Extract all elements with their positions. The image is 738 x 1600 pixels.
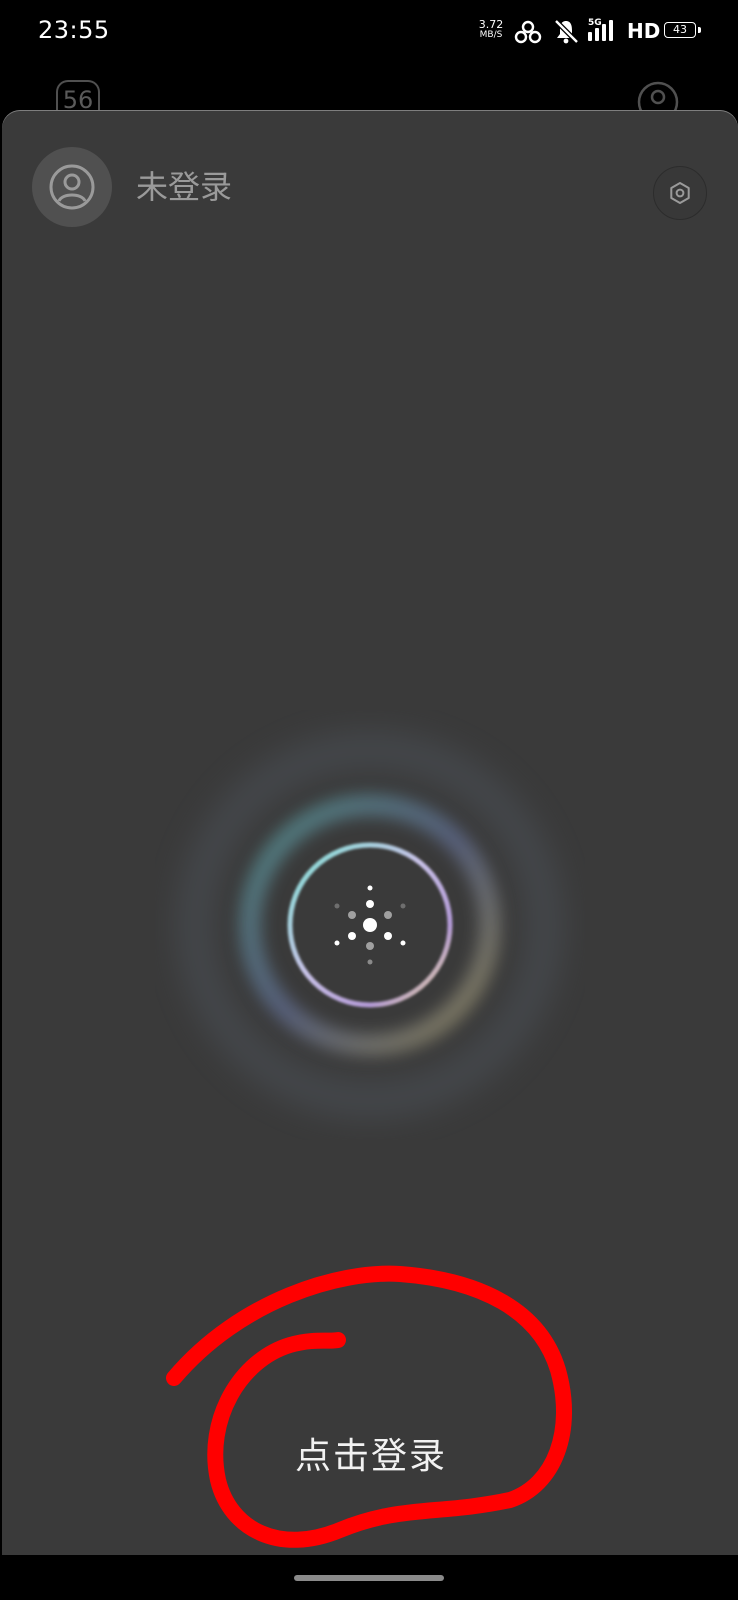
network-speed-value: 3.72 [478,18,504,31]
battery-tip [698,27,701,33]
battery-level: 43 [673,23,687,36]
hd-label: HD [627,19,661,43]
network-speed-unit: MB/S [479,30,503,40]
settings-button[interactable] [653,166,707,220]
assistant-orb-icon[interactable] [155,710,585,1140]
login-status-text[interactable]: 未登录 [136,162,232,208]
status-bar: 23:55 3.72 MB/S 5G HD 43 [0,0,738,64]
signal-icon [588,20,613,41]
settings-icon [670,182,690,204]
mute-icon [554,19,579,44]
tap-to-login-button[interactable]: 点击登录 [271,1427,471,1487]
orb-dots [334,885,406,965]
screen: 23:55 3.72 MB/S 5G HD 43 56 未登录 点击登录 [0,0,738,1600]
battery-icon: 43 [664,22,696,38]
network-speed: 3.72 MB/S [476,19,506,41]
hotspot-icon [514,20,542,44]
home-indicator[interactable] [294,1575,444,1581]
user-icon [49,164,95,210]
assistant-sheet: 未登录 点击登录 [2,110,738,1555]
status-time: 23:55 [38,16,110,44]
avatar[interactable] [32,147,112,227]
